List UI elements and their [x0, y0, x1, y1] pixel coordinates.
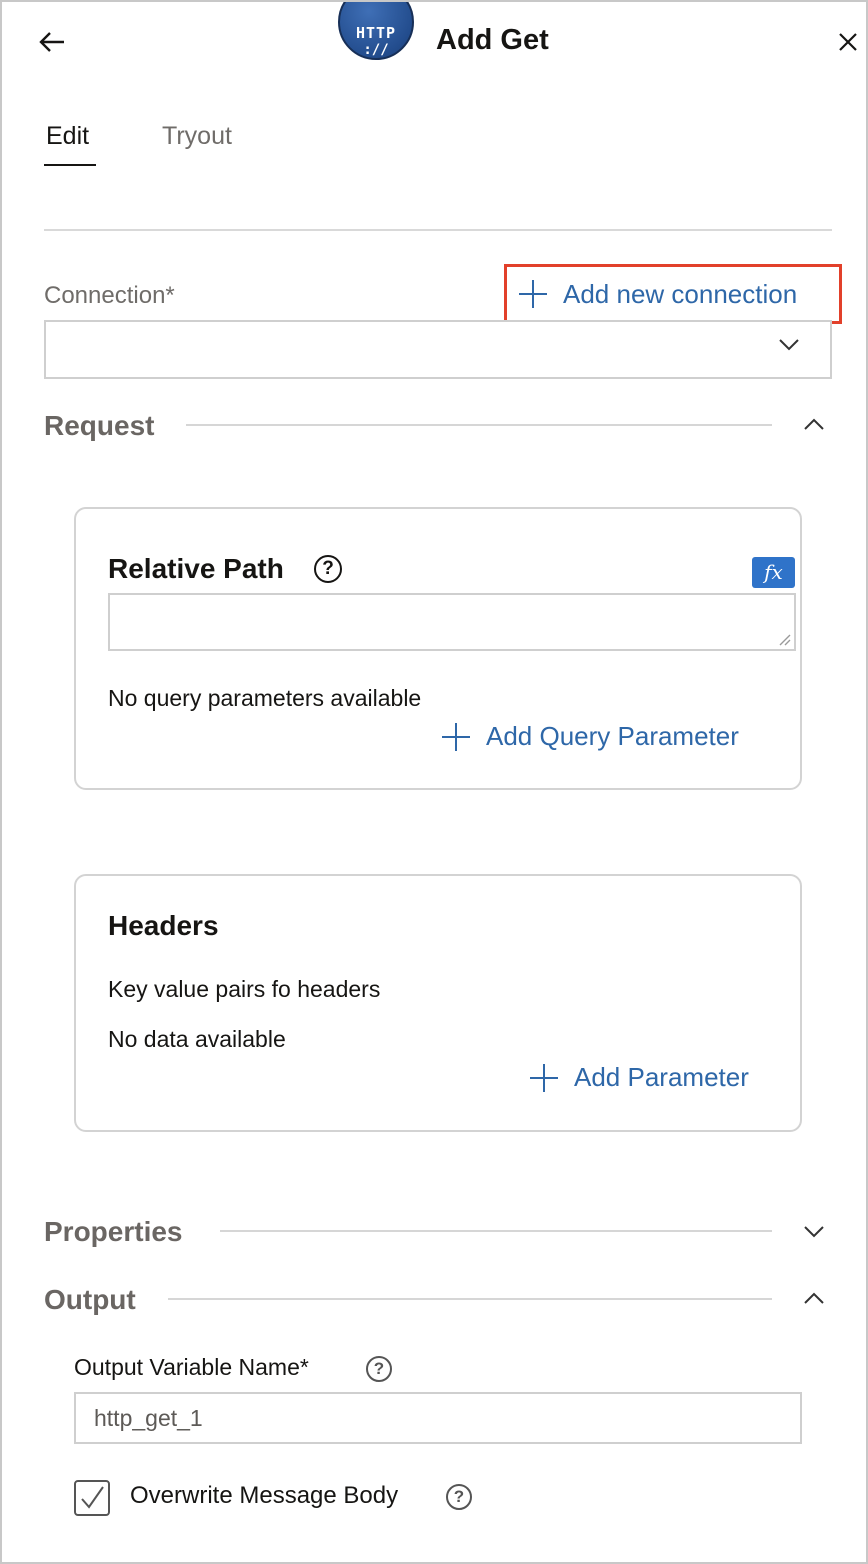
- add-query-parameter-label: Add Query Parameter: [486, 721, 739, 751]
- output-variable-input[interactable]: [74, 1392, 802, 1444]
- properties-expand-button[interactable]: [798, 1218, 830, 1246]
- overwrite-message-body-label: Overwrite Message Body: [130, 1482, 399, 1509]
- relative-path-title: Relative Path: [108, 553, 284, 584]
- tab-edit[interactable]: Edit: [46, 122, 89, 151]
- relative-path-card: Relative Path ? fx No query parameters a…: [74, 507, 802, 790]
- http-logo: HTTP ://: [338, 2, 414, 60]
- properties-section-title[interactable]: Properties: [44, 1216, 183, 1248]
- request-collapse-button[interactable]: [798, 410, 830, 438]
- help-icon[interactable]: ?: [366, 1356, 392, 1382]
- active-tab-indicator: [44, 164, 96, 166]
- request-divider: [186, 424, 772, 426]
- request-section-title[interactable]: Request: [44, 410, 154, 442]
- headers-description: Key value pairs fo headers: [108, 976, 381, 1002]
- chevron-up-icon: [804, 1292, 824, 1304]
- tab-tryout[interactable]: Tryout: [162, 122, 232, 151]
- chevron-up-icon: [804, 418, 824, 430]
- headers-empty-text: No data available: [108, 1026, 286, 1052]
- page-title: Add Get: [436, 24, 549, 56]
- output-collapse-button[interactable]: [798, 1284, 830, 1312]
- properties-divider: [220, 1230, 772, 1232]
- close-icon: [839, 33, 857, 51]
- relative-path-input[interactable]: [108, 593, 796, 651]
- tabs-divider: [44, 229, 832, 231]
- help-icon[interactable]: ?: [446, 1484, 472, 1510]
- logo-text-line2: ://: [363, 42, 389, 58]
- output-section-title[interactable]: Output: [44, 1284, 136, 1316]
- help-icon[interactable]: ?: [314, 555, 342, 583]
- add-get-panel: HTTP :// Add Get Edit Tryout Connection*…: [0, 0, 868, 1564]
- arrow-left-icon: [39, 32, 64, 52]
- output-divider: [168, 1298, 772, 1300]
- chevron-down-icon: [779, 339, 799, 351]
- add-new-connection-button[interactable]: Add new connection: [504, 264, 842, 324]
- add-query-parameter-button[interactable]: Add Query Parameter: [442, 721, 739, 752]
- add-parameter-button[interactable]: Add Parameter: [530, 1062, 749, 1093]
- plus-icon: [530, 1063, 558, 1092]
- plus-icon: [442, 722, 470, 751]
- headers-card: Headers Key value pairs fo headers No da…: [74, 874, 802, 1132]
- connection-select[interactable]: [44, 320, 832, 379]
- output-variable-label: Output Variable Name*: [74, 1354, 309, 1380]
- connection-label: Connection*: [44, 282, 175, 309]
- check-icon: [81, 1486, 104, 1509]
- back-button[interactable]: [32, 24, 72, 60]
- plus-icon: [519, 280, 547, 308]
- resize-grip-icon[interactable]: [777, 632, 791, 646]
- chevron-down-icon: [804, 1226, 824, 1238]
- close-button[interactable]: [828, 24, 866, 60]
- add-new-connection-label: Add new connection: [563, 278, 798, 309]
- overwrite-message-body-checkbox[interactable]: [74, 1480, 110, 1516]
- no-query-params-text: No query parameters available: [108, 685, 422, 711]
- headers-title: Headers: [108, 910, 219, 941]
- add-parameter-label: Add Parameter: [574, 1062, 749, 1092]
- logo-text-line1: HTTP: [355, 24, 397, 42]
- fx-expression-button[interactable]: fx: [752, 557, 795, 588]
